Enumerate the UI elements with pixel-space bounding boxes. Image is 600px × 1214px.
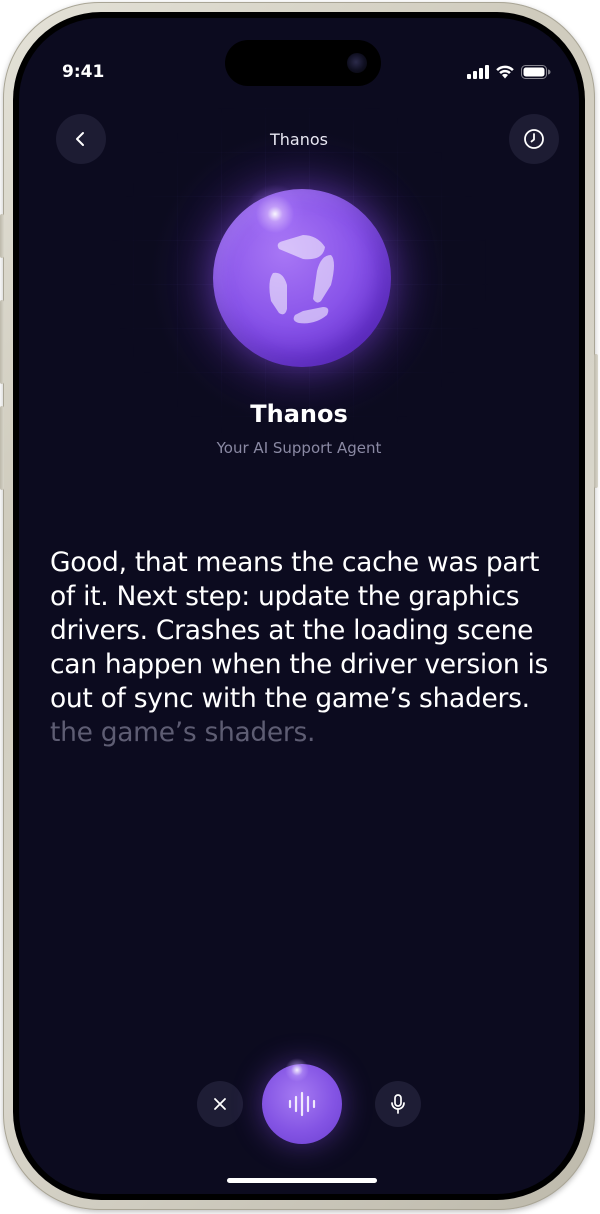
home-indicator[interactable]: [227, 1178, 377, 1183]
transcript-text: Good, that means the cache was part of i…: [50, 547, 549, 714]
microphone-button[interactable]: [375, 1081, 421, 1127]
agent-name: Thanos: [250, 400, 348, 428]
dynamic-island: [225, 40, 381, 86]
app-screen: 9:41 Thanos Thanos Your AI Support Agent…: [19, 18, 579, 1194]
transcript-pending-text: the game’s shaders.: [50, 717, 316, 748]
voice-button-sparkle: [285, 1058, 309, 1082]
status-time: 9:41: [62, 62, 105, 82]
clock-icon: [524, 129, 544, 149]
screen-bezel: 9:41 Thanos Thanos Your AI Support Agent…: [13, 12, 585, 1200]
phone-frame: 9:41 Thanos Thanos Your AI Support Agent…: [0, 2, 598, 1210]
microphone-icon: [391, 1094, 405, 1114]
status-icons: [467, 64, 551, 79]
signal-icon: [467, 64, 489, 79]
front-camera: [347, 53, 367, 73]
battery-icon: [521, 64, 551, 79]
wifi-icon: [496, 65, 514, 79]
waveform-icon: [288, 1091, 316, 1117]
agent-role: Your AI Support Agent: [216, 439, 382, 457]
volume-down-button: [0, 406, 4, 490]
header-title: Thanos: [270, 130, 328, 149]
power-button: [594, 354, 598, 488]
history-button[interactable]: [509, 114, 559, 164]
volume-up-button: [0, 300, 4, 384]
action-button: [0, 214, 4, 258]
orb-sparkle: [245, 184, 305, 244]
end-call-button[interactable]: [197, 1081, 243, 1127]
close-icon: [214, 1098, 226, 1110]
